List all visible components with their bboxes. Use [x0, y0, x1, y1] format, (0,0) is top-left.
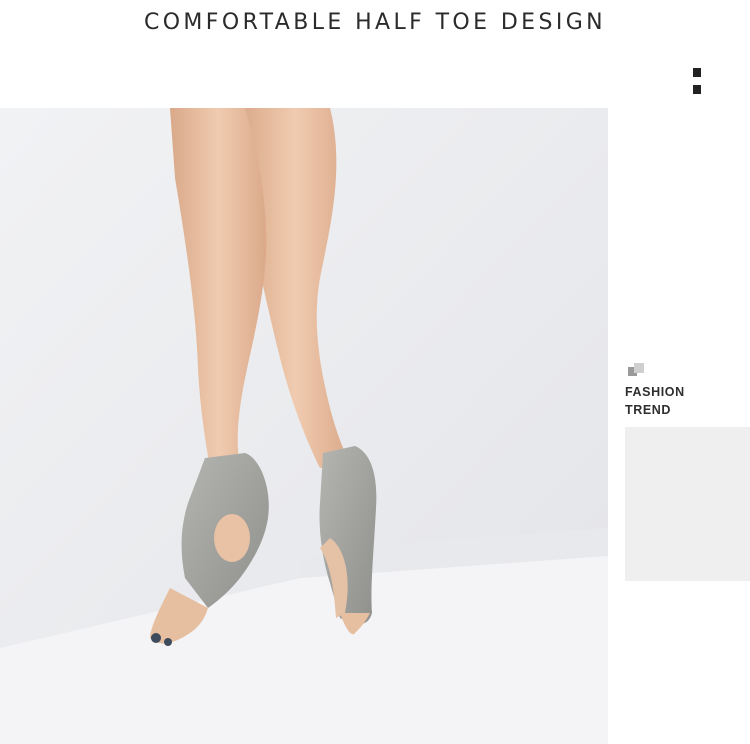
brand-logo-icon — [628, 363, 646, 377]
legs-illustration — [0, 108, 608, 744]
product-page: COMFORTABLE HALF TOE DESIGN FASHION TREN… — [0, 0, 750, 744]
color-swatch — [625, 427, 750, 581]
corner-decoration — [693, 68, 701, 94]
label-line-1: FASHION — [625, 385, 685, 399]
product-photo — [0, 108, 608, 744]
corner-square-top — [693, 68, 701, 77]
fashion-trend-label: FASHION TREND — [625, 383, 735, 419]
page-title: COMFORTABLE HALF TOE DESIGN — [143, 10, 607, 35]
label-line-2: TREND — [625, 403, 672, 417]
corner-square-bottom — [693, 85, 701, 94]
